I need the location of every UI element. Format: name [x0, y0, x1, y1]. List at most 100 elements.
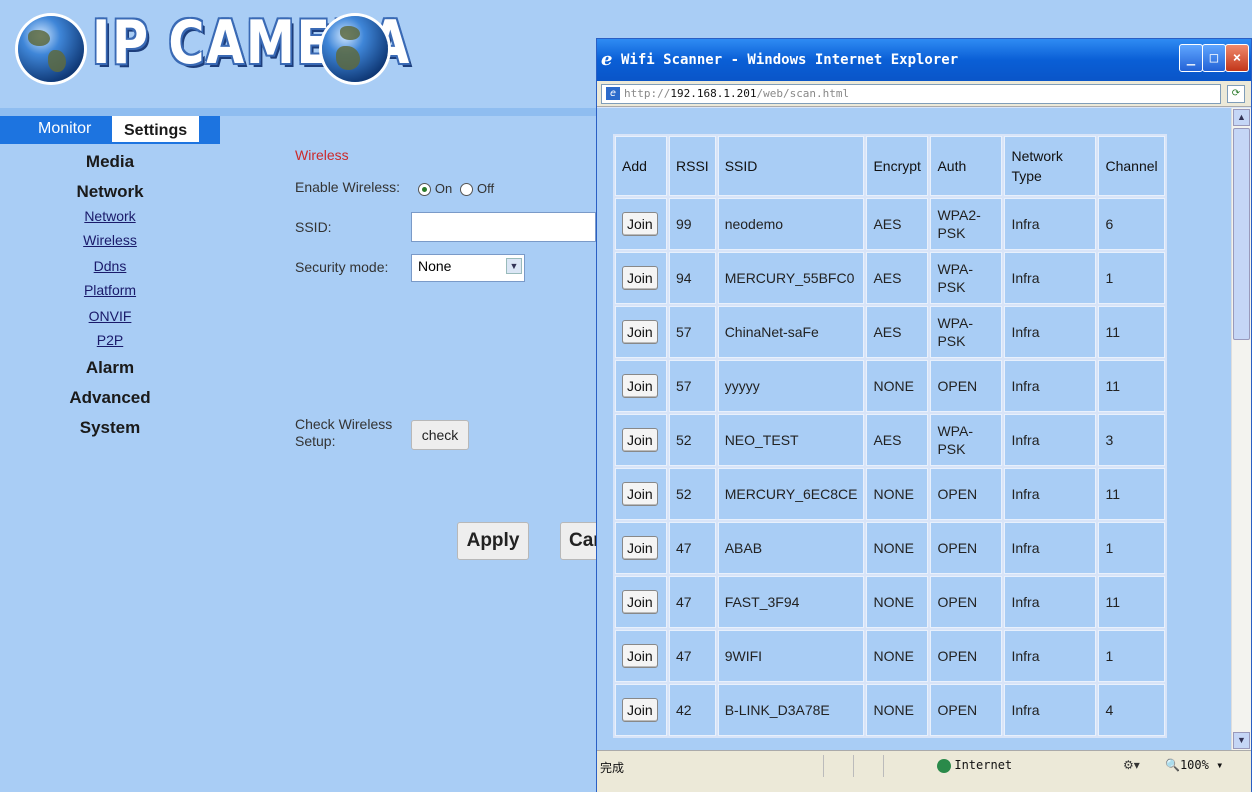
maximize-button[interactable]: □: [1202, 44, 1226, 72]
address-bar: e http://192.168.1.201/web/scan.html ⟳: [597, 81, 1251, 107]
table-header-row: Add RSSI SSID Encrypt Auth Network Type …: [615, 136, 1165, 196]
cell-rssi: 99: [669, 198, 716, 250]
cell-network-type: Infra: [1004, 684, 1097, 736]
join-button[interactable]: Join: [622, 698, 658, 722]
col-encrypt: Encrypt: [866, 136, 929, 196]
cell-network-type: Infra: [1004, 576, 1097, 628]
cell-encrypt: NONE: [866, 360, 929, 412]
join-button[interactable]: Join: [622, 374, 658, 398]
cell-auth: OPEN: [930, 468, 1003, 520]
cell-rssi: 57: [669, 306, 716, 358]
radio-off[interactable]: [460, 182, 474, 196]
join-button[interactable]: Join: [622, 482, 658, 506]
tab-monitor[interactable]: Monitor: [30, 116, 99, 142]
table-row: Join 47 9WIFI NONE OPEN Infra 1: [615, 630, 1165, 682]
apply-button[interactable]: Apply: [457, 522, 529, 560]
join-button[interactable]: Join: [622, 590, 658, 614]
cell-encrypt: AES: [866, 252, 929, 304]
col-add: Add: [615, 136, 667, 196]
cell-encrypt: NONE: [866, 630, 929, 682]
cell-encrypt: NONE: [866, 684, 929, 736]
cell-network-type: Infra: [1004, 522, 1097, 574]
scroll-thumb[interactable]: [1233, 128, 1250, 340]
cell-channel: 11: [1098, 468, 1165, 520]
ssid-label: SSID:: [295, 219, 332, 235]
address-input[interactable]: e http://192.168.1.201/web/scan.html: [601, 84, 1221, 104]
status-text: 完成: [600, 761, 625, 775]
internet-zone: Internet: [937, 758, 1012, 773]
cell-add: Join: [615, 576, 667, 628]
cell-encrypt: NONE: [866, 468, 929, 520]
sidebar-link-network[interactable]: Network: [0, 206, 220, 226]
join-button[interactable]: Join: [622, 644, 658, 668]
zoom-level: 100%: [1179, 758, 1209, 772]
sidebar-item-media[interactable]: Media: [0, 152, 220, 172]
cell-channel: 3: [1098, 414, 1165, 466]
scanner-content: Add RSSI SSID Encrypt Auth Network Type …: [597, 108, 1231, 750]
join-button[interactable]: Join: [622, 266, 658, 290]
cell-network-type: Infra: [1004, 198, 1097, 250]
join-button[interactable]: Join: [622, 428, 658, 452]
scroll-down-icon[interactable]: ▼: [1233, 732, 1250, 749]
cell-add: Join: [615, 198, 667, 250]
status-segment: [853, 755, 883, 777]
zone-label: Internet: [954, 758, 1013, 772]
tab-bar: Monitor Settings: [0, 116, 220, 144]
cell-auth: OPEN: [930, 522, 1003, 574]
cell-ssid: 9WIFI: [717, 630, 865, 682]
cell-rssi: 47: [669, 522, 716, 574]
cell-encrypt: AES: [866, 198, 929, 250]
security-mode-label: Security mode:: [295, 259, 389, 275]
cell-auth: WPA-PSK: [930, 414, 1003, 466]
cell-channel: 1: [1098, 252, 1165, 304]
url-host: 192.168.1.201: [670, 87, 757, 100]
join-button[interactable]: Join: [622, 536, 658, 560]
wifi-scanner-window: e Wifi Scanner - Windows Internet Explor…: [596, 38, 1252, 792]
globe-icon: [322, 16, 388, 82]
check-wireless-label-line2: Setup:: [295, 433, 336, 449]
zoom-control[interactable]: 🔍100% ▾: [1165, 758, 1223, 772]
sidebar-item-alarm[interactable]: Alarm: [0, 358, 220, 378]
protected-mode-icon[interactable]: ⚙▾: [1123, 758, 1140, 772]
col-network-type: Network Type: [1004, 136, 1097, 196]
cell-channel: 11: [1098, 360, 1165, 412]
cell-rssi: 42: [669, 684, 716, 736]
radio-on[interactable]: [418, 182, 431, 196]
sidebar-item-system[interactable]: System: [0, 418, 220, 438]
status-segment: [883, 755, 933, 777]
vertical-scrollbar[interactable]: ▲ ▼: [1231, 108, 1251, 750]
security-mode-select[interactable]: None ▼: [411, 254, 525, 282]
table-row: Join 47 FAST_3F94 NONE OPEN Infra 11: [615, 576, 1165, 628]
sidebar-link-wireless[interactable]: Wireless: [0, 230, 220, 250]
ie-icon: e: [601, 49, 613, 70]
table-row: Join 52 MERCURY_6EC8CE NONE OPEN Infra 11: [615, 468, 1165, 520]
join-button[interactable]: Join: [622, 320, 658, 344]
close-button[interactable]: ×: [1225, 44, 1249, 72]
window-title-bar[interactable]: e Wifi Scanner - Windows Internet Explor…: [597, 39, 1251, 81]
ssid-input[interactable]: [411, 212, 596, 242]
check-button[interactable]: check: [411, 420, 469, 450]
cell-channel: 1: [1098, 630, 1165, 682]
sidebar-link-onvif[interactable]: ONVIF: [0, 306, 220, 326]
join-button[interactable]: Join: [622, 212, 658, 236]
check-wireless-label-line1: Check Wireless: [295, 416, 393, 432]
refresh-icon[interactable]: ⟳: [1227, 85, 1245, 103]
table-row: Join 99 neodemo AES WPA2-PSK Infra 6: [615, 198, 1165, 250]
radio-on-label: On: [434, 181, 453, 196]
sidebar-link-p2p[interactable]: P2P: [0, 330, 220, 350]
cell-rssi: 47: [669, 630, 716, 682]
cell-network-type: Infra: [1004, 252, 1097, 304]
cell-encrypt: AES: [866, 414, 929, 466]
sidebar-item-advanced[interactable]: Advanced: [0, 388, 220, 408]
cell-add: Join: [615, 684, 667, 736]
globe-icon: [18, 16, 84, 82]
status-segment: [823, 755, 853, 777]
cell-encrypt: NONE: [866, 522, 929, 574]
minimize-button[interactable]: _: [1179, 44, 1203, 72]
sidebar-link-platform[interactable]: Platform: [0, 280, 220, 300]
cell-rssi: 94: [669, 252, 716, 304]
sidebar-link-ddns[interactable]: Ddns: [0, 256, 220, 276]
scroll-up-icon[interactable]: ▲: [1233, 109, 1250, 126]
sidebar-item-network[interactable]: Network: [0, 182, 220, 202]
tab-settings[interactable]: Settings: [112, 116, 200, 142]
